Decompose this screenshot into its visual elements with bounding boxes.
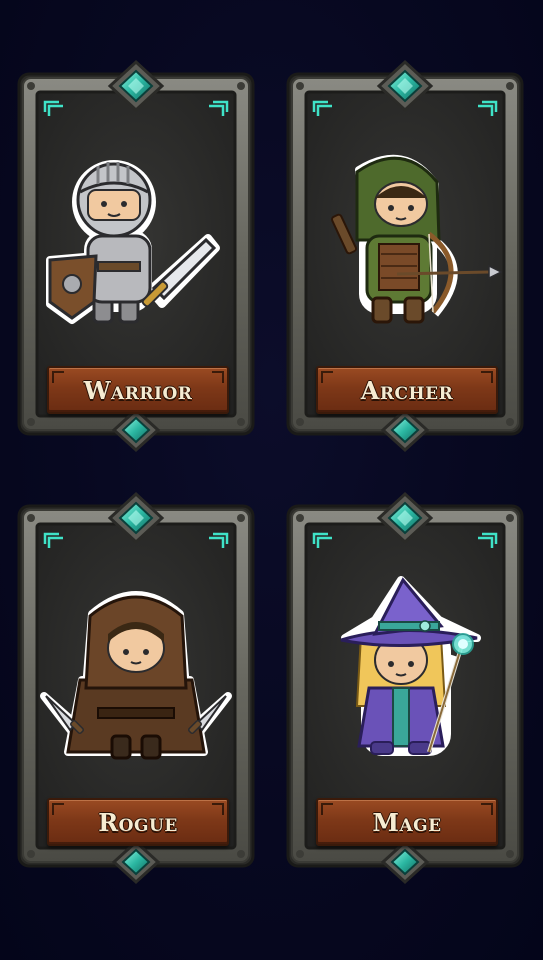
class-card-mage[interactable]: Mage: [286, 491, 524, 885]
nameplate-rogue: Rogue: [47, 798, 229, 846]
warrior-knight-icon: [46, 160, 220, 324]
class-card-archer[interactable]: Archer: [286, 59, 524, 453]
nameplate-warrior: Warrior: [47, 366, 229, 414]
class-card-rogue[interactable]: Rogue: [17, 491, 255, 885]
class-card-warrior[interactable]: Warrior: [17, 59, 255, 453]
class-name-label: Rogue: [98, 807, 178, 837]
rogue-daggers-icon: [40, 591, 232, 760]
nameplate-mage: Mage: [316, 798, 498, 846]
mage-witch-hat-icon: [340, 576, 481, 756]
class-name-label: Warrior: [83, 375, 193, 405]
class-name-label: Mage: [372, 807, 442, 837]
nameplate-archer: Archer: [316, 366, 498, 414]
archer-hooded-icon: [331, 154, 503, 324]
class-name-label: Archer: [360, 375, 454, 405]
